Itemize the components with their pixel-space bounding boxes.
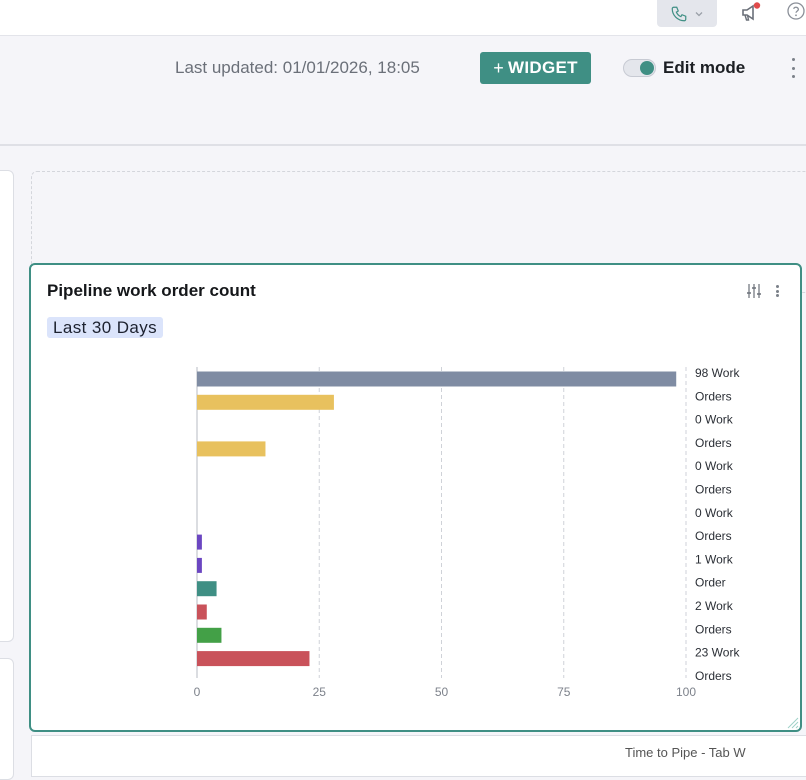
bar-label: 98 Work — [695, 366, 740, 380]
header-more-button[interactable] — [789, 58, 797, 78]
edit-mode-label: Edit mode — [663, 58, 746, 77]
toggle-knob — [640, 61, 654, 75]
x-tick-label: 25 — [313, 685, 327, 699]
resize-handle[interactable] — [785, 715, 799, 729]
bar — [197, 651, 310, 667]
bar-label: 1 Work — [695, 552, 734, 566]
bar-label: 0 Work — [695, 413, 734, 427]
left-widget-card — [0, 170, 14, 642]
chevron-down-icon — [695, 11, 703, 16]
bar-label: Order — [695, 576, 726, 590]
bar — [197, 534, 202, 550]
bar — [197, 557, 202, 573]
next-widget-title: Time to Pipe - Tab W — [625, 745, 746, 760]
bar-label: 0 Work — [695, 459, 734, 473]
add-widget-button[interactable]: + WIDGET — [480, 52, 591, 84]
plus-icon: + — [493, 57, 504, 78]
bar-label: 2 Work — [695, 599, 734, 613]
bar — [197, 581, 217, 597]
left-widget-card-2 — [0, 658, 14, 780]
x-tick-label: 50 — [435, 685, 449, 699]
phone-menu-button[interactable] — [657, 0, 717, 27]
pipeline-widget-card[interactable]: Pipeline work order count Last 30 Days 0… — [29, 263, 802, 732]
x-tick-label: 0 — [194, 685, 201, 699]
bar — [197, 627, 222, 643]
x-tick-label: 75 — [557, 685, 571, 699]
help-button[interactable] — [786, 1, 806, 21]
bar — [197, 394, 334, 410]
bar-label: 0 Work — [695, 506, 734, 520]
bar-label: Orders — [695, 436, 732, 450]
announcements-button[interactable] — [740, 2, 762, 24]
bar — [197, 441, 266, 457]
bar — [197, 604, 207, 620]
bar — [197, 371, 677, 387]
bar-chart: 0 25 50 75 100 98 Work Orders 0 Work Orders 0 Wor… — [194, 366, 741, 699]
last-updated-text: Last updated: 01/01/2026, 18:05 — [175, 58, 420, 77]
bar-label: Orders — [695, 622, 732, 636]
bar-label: Orders — [695, 669, 732, 683]
x-tick-label: 100 — [676, 685, 696, 699]
bar-label: Orders — [695, 389, 732, 403]
help-icon — [787, 2, 805, 20]
bar-label: 23 Work — [695, 646, 740, 660]
dashboard-header — [0, 36, 806, 146]
phone-icon — [671, 6, 687, 21]
edit-mode-toggle[interactable] — [623, 59, 656, 77]
add-widget-label: WIDGET — [508, 58, 578, 77]
bar-label: Orders — [695, 483, 732, 497]
bar-label: Orders — [695, 529, 732, 543]
megaphone-icon — [742, 2, 761, 21]
top-bar — [0, 0, 806, 36]
